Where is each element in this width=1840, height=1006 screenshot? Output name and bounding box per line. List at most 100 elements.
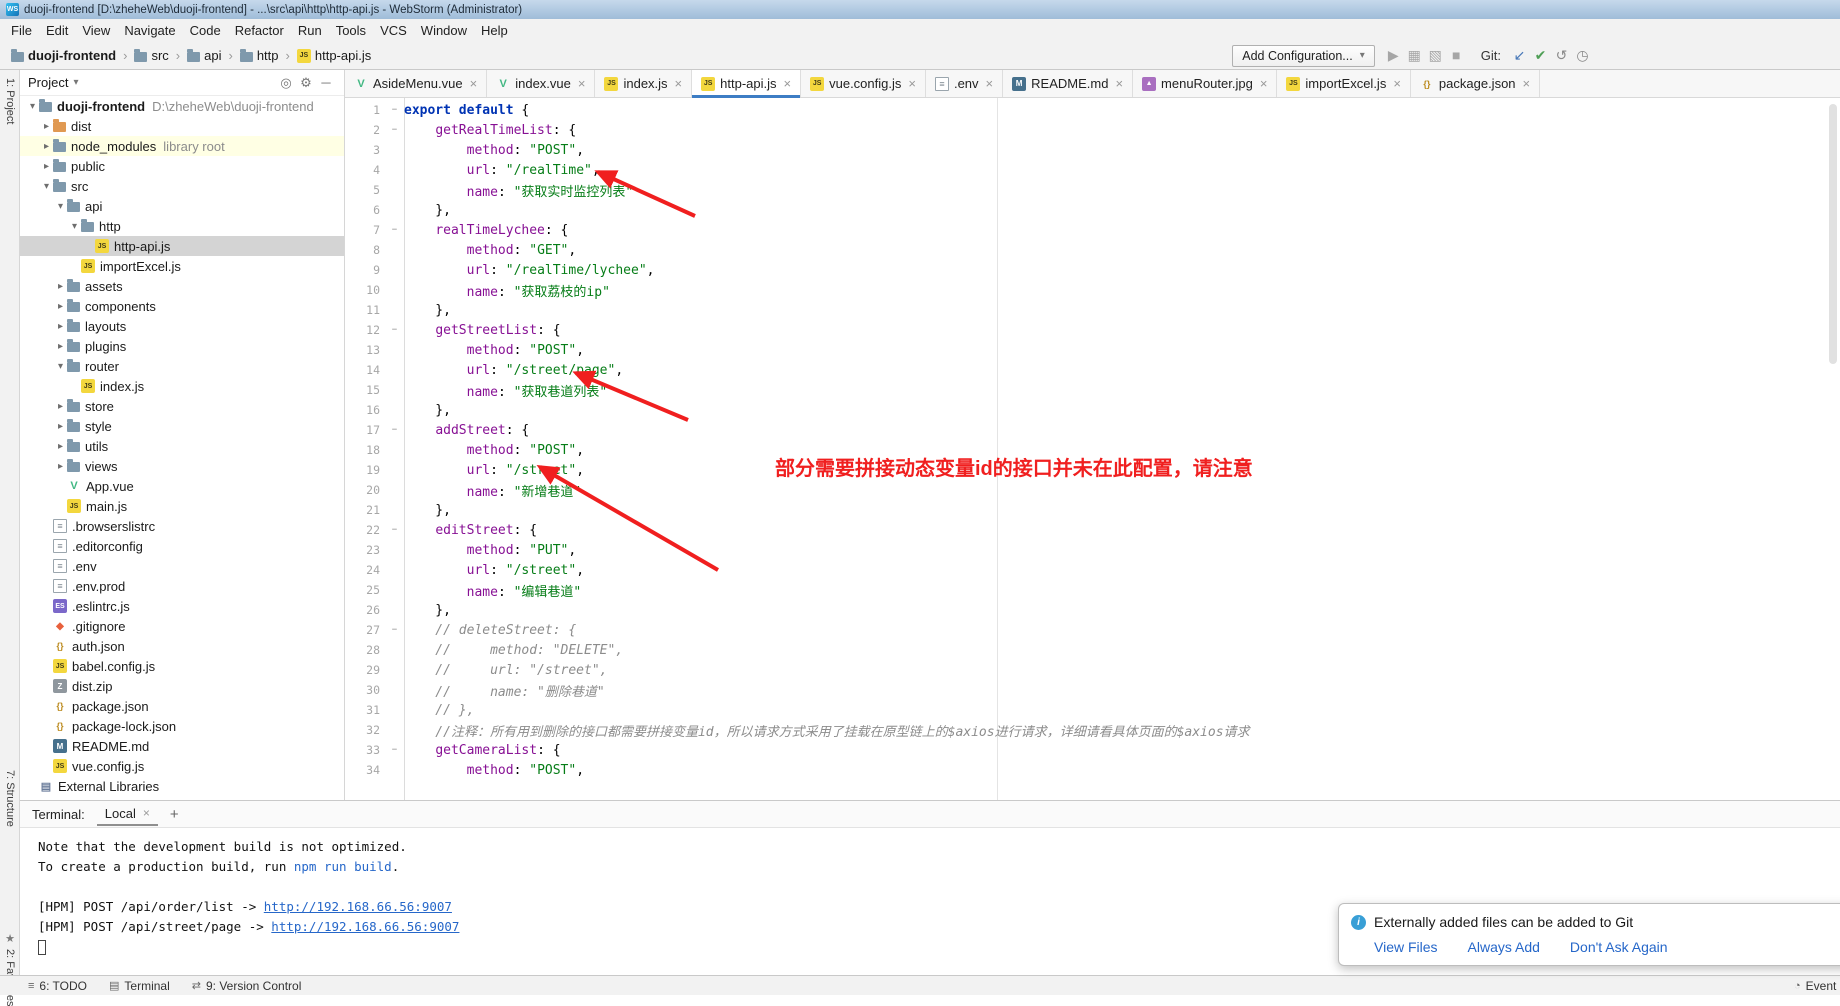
- tree-item-layouts[interactable]: ▸layouts: [20, 316, 344, 336]
- menu-item-window[interactable]: Window: [414, 21, 474, 40]
- project-panel-title[interactable]: Project: [28, 75, 68, 90]
- editor-tab-README.md[interactable]: MREADME.md×: [1003, 70, 1133, 97]
- editor-body[interactable]: 1−export default {2− getRealTimeList: {3…: [345, 98, 1840, 800]
- run-icon[interactable]: ▶: [1384, 47, 1403, 64]
- chevron-right-icon[interactable]: ▸: [40, 141, 53, 152]
- editor-tab-importExcel.js[interactable]: JSimportExcel.js×: [1277, 70, 1411, 97]
- stop-icon[interactable]: ■: [1447, 47, 1466, 64]
- tree-item-App.vue[interactable]: VApp.vue: [20, 476, 344, 496]
- menu-item-refactor[interactable]: Refactor: [228, 21, 291, 40]
- tree-item-package.json[interactable]: {}package.json: [20, 696, 344, 716]
- menu-item-navigate[interactable]: Navigate: [117, 21, 182, 40]
- tree-item-README.md[interactable]: MREADME.md: [20, 736, 344, 756]
- fold-marker-icon[interactable]: −: [385, 425, 404, 435]
- new-terminal-session-button[interactable]: +: [170, 806, 179, 823]
- tree-item-.gitignore[interactable]: ◆.gitignore: [20, 616, 344, 636]
- tree-item-http[interactable]: ▾http: [20, 216, 344, 236]
- menu-item-tools[interactable]: Tools: [329, 21, 373, 40]
- coverage-icon[interactable]: ▧: [1426, 47, 1445, 64]
- tree-item-src[interactable]: ▾src: [20, 176, 344, 196]
- terminal-link[interactable]: http://192.168.66.56:9007: [271, 919, 459, 934]
- chevron-right-icon[interactable]: ▸: [54, 401, 67, 412]
- locate-file-icon[interactable]: ◎: [276, 75, 296, 91]
- menu-item-vcs[interactable]: VCS: [373, 21, 414, 40]
- tree-item-dist.zip[interactable]: Zdist.zip: [20, 676, 344, 696]
- add-configuration-button[interactable]: Add Configuration... ▾: [1232, 45, 1375, 67]
- editor-tab-menuRouter.jpg[interactable]: ▲menuRouter.jpg×: [1133, 70, 1277, 97]
- chevron-down-icon[interactable]: ▾: [26, 101, 39, 112]
- tab-close-icon[interactable]: ×: [784, 76, 792, 91]
- editor-tab-index.js[interactable]: JSindex.js×: [595, 70, 692, 97]
- terminal-tab-local[interactable]: Local ×: [97, 803, 158, 826]
- tree-item-.eslintrc.js[interactable]: ES.eslintrc.js: [20, 596, 344, 616]
- chevron-right-icon[interactable]: ▸: [54, 321, 67, 332]
- breadcrumb-item-duoji-frontend[interactable]: duoji-frontend: [8, 47, 119, 64]
- terminal-tab-close-icon[interactable]: ×: [143, 806, 150, 820]
- editor-tab-vue.config.js[interactable]: JSvue.config.js×: [801, 70, 926, 97]
- tab-close-icon[interactable]: ×: [470, 76, 478, 91]
- chevron-down-icon[interactable]: ▾: [54, 361, 67, 372]
- chevron-down-icon[interactable]: ▾: [54, 201, 67, 212]
- tab-close-icon[interactable]: ×: [1393, 76, 1401, 91]
- chevron-right-icon[interactable]: ▸: [54, 461, 67, 472]
- editor-tab-AsideMenu.vue[interactable]: VAsideMenu.vue×: [345, 70, 487, 97]
- fold-marker-icon[interactable]: −: [385, 325, 404, 335]
- tab-close-icon[interactable]: ×: [675, 76, 683, 91]
- tree-item-store[interactable]: ▸store: [20, 396, 344, 416]
- tree-item-http-api.js[interactable]: JShttp-api.js: [20, 236, 344, 256]
- tree-item-plugins[interactable]: ▸plugins: [20, 336, 344, 356]
- tree-item-package-lock.json[interactable]: {}package-lock.json: [20, 716, 344, 736]
- menu-item-help[interactable]: Help: [474, 21, 515, 40]
- settings-icon[interactable]: ⚙: [296, 75, 316, 91]
- editor-tab-package.json[interactable]: {}package.json×: [1411, 70, 1540, 97]
- tree-item-public[interactable]: ▸public: [20, 156, 344, 176]
- breadcrumb-item-http[interactable]: http: [237, 47, 282, 64]
- editor-tab-index.vue[interactable]: Vindex.vue×: [487, 70, 595, 97]
- chevron-down-icon[interactable]: ▾: [68, 221, 81, 232]
- tree-item-style[interactable]: ▸style: [20, 416, 344, 436]
- hide-panel-icon[interactable]: ─: [316, 75, 336, 91]
- tree-item-.editorconfig[interactable]: ≡.editorconfig: [20, 536, 344, 556]
- tab-close-icon[interactable]: ×: [1523, 76, 1531, 91]
- fold-marker-icon[interactable]: −: [385, 525, 404, 535]
- menu-item-edit[interactable]: Edit: [39, 21, 75, 40]
- tree-item-api[interactable]: ▾api: [20, 196, 344, 216]
- chevron-right-icon[interactable]: ▸: [54, 421, 67, 432]
- chevron-right-icon[interactable]: ▸: [40, 121, 53, 132]
- tree-item-main.js[interactable]: JSmain.js: [20, 496, 344, 516]
- tree-item-vue.config.js[interactable]: JSvue.config.js: [20, 756, 344, 776]
- git-rollback-icon[interactable]: ↺: [1552, 47, 1571, 64]
- editor-scrollbar[interactable]: [1829, 104, 1837, 364]
- build-icon[interactable]: ▦: [1405, 47, 1424, 64]
- tab-close-icon[interactable]: ×: [1115, 76, 1123, 91]
- terminal-button[interactable]: ▤Terminal: [109, 979, 170, 993]
- menu-item-code[interactable]: Code: [183, 21, 228, 40]
- fold-marker-icon[interactable]: −: [385, 625, 404, 635]
- tree-item-.env.prod[interactable]: ≡.env.prod: [20, 576, 344, 596]
- tree-item-dist[interactable]: ▸dist: [20, 116, 344, 136]
- tab-close-icon[interactable]: ×: [1260, 76, 1268, 91]
- chevron-right-icon[interactable]: ▸: [54, 281, 67, 292]
- todo-button[interactable]: ≡6: TODO: [28, 979, 87, 993]
- version-control-button[interactable]: ⇄9: Version Control: [192, 979, 302, 993]
- notification-action-don-t-ask-again[interactable]: Don't Ask Again: [1570, 939, 1668, 955]
- editor-tab-http-api.js[interactable]: JShttp-api.js×: [692, 70, 801, 97]
- tree-item-auth.json[interactable]: {}auth.json: [20, 636, 344, 656]
- chevron-down-icon[interactable]: ▾: [40, 181, 53, 192]
- tab-close-icon[interactable]: ×: [578, 76, 586, 91]
- tree-item-.browserslistrc[interactable]: ≡.browserslistrc: [20, 516, 344, 536]
- panel-caret-icon[interactable]: ▾: [73, 77, 78, 88]
- tree-item-utils[interactable]: ▸utils: [20, 436, 344, 456]
- code-area[interactable]: 1−export default {2− getRealTimeList: {3…: [345, 100, 1826, 780]
- tree-item-duoji-frontend[interactable]: ▾duoji-frontendD:\zheheWeb\duoji-fronten…: [20, 96, 344, 116]
- git-update-icon[interactable]: ↙: [1510, 47, 1529, 64]
- fold-marker-icon[interactable]: −: [385, 745, 404, 755]
- tree-item-assets[interactable]: ▸assets: [20, 276, 344, 296]
- tree-item-importExcel.js[interactable]: JSimportExcel.js: [20, 256, 344, 276]
- menu-item-view[interactable]: View: [75, 21, 117, 40]
- tree-item-babel.config.js[interactable]: JSbabel.config.js: [20, 656, 344, 676]
- breadcrumb-item-api[interactable]: api: [184, 47, 224, 64]
- chevron-right-icon[interactable]: ▸: [54, 441, 67, 452]
- menu-item-run[interactable]: Run: [291, 21, 329, 40]
- notification-action-always-add[interactable]: Always Add: [1468, 939, 1540, 955]
